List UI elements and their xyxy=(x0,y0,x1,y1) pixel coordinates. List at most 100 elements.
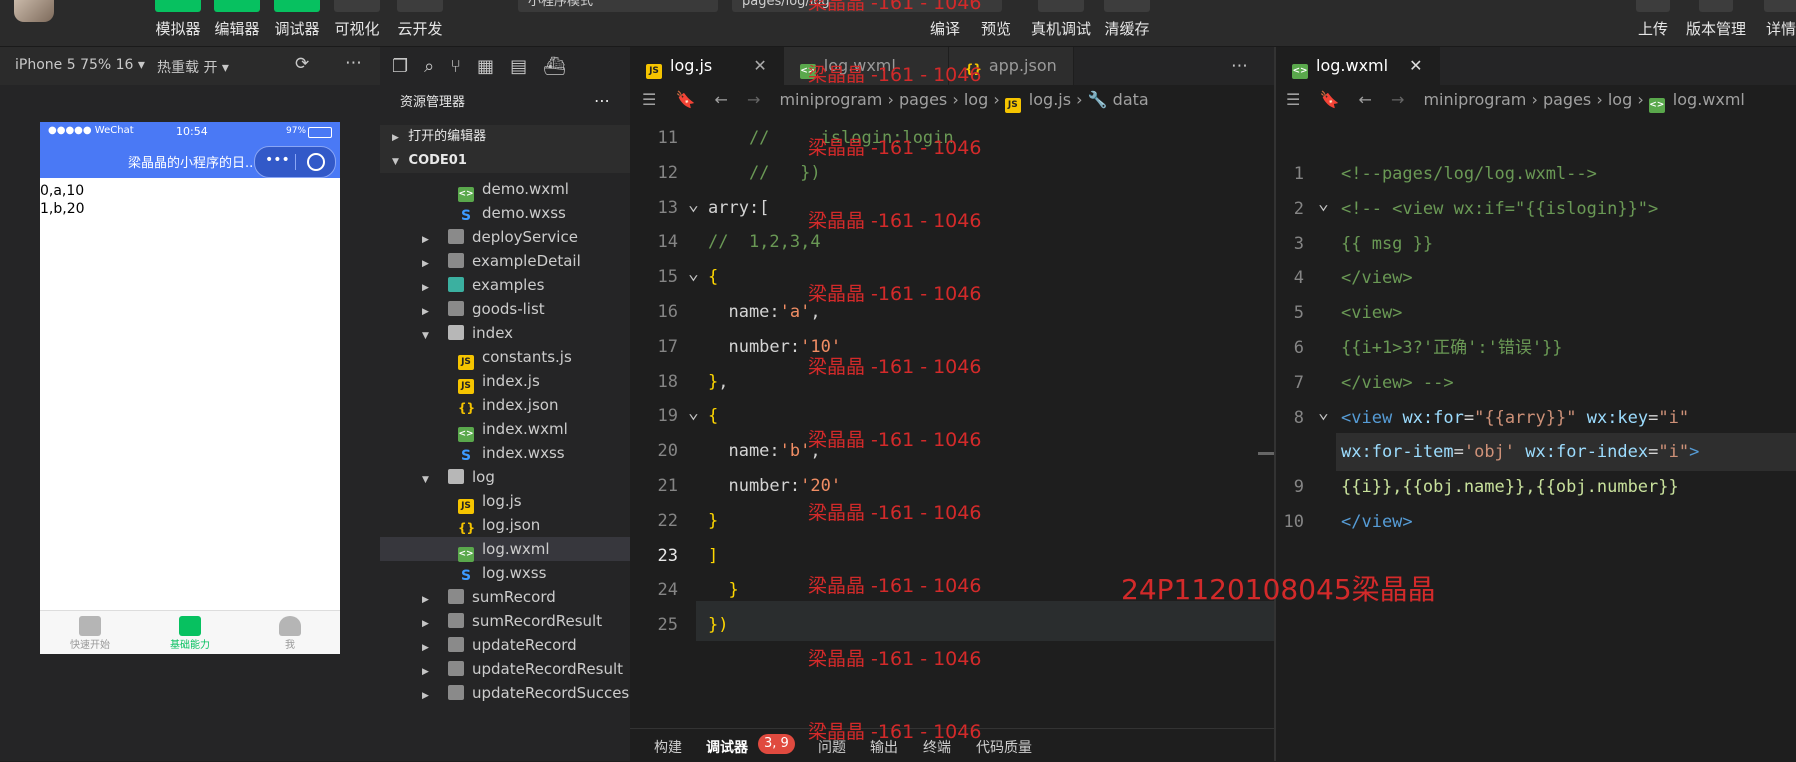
tree-item[interactable]: ▶ deployService xyxy=(380,225,630,249)
tab-problems[interactable]: 问题 xyxy=(818,737,846,757)
breadcrumb-item[interactable]: log xyxy=(964,90,988,109)
clear-cache-button[interactable]: 清缓存 xyxy=(1104,0,1150,39)
simulator-toggle-button[interactable]: 模拟器 xyxy=(155,0,201,39)
more-icon[interactable]: ⋯ xyxy=(594,89,610,113)
search-icon[interactable]: ⌕ xyxy=(424,56,434,77)
code-line[interactable]: <view wx:for="{{arry}}" wx:key="i" xyxy=(1341,401,1689,435)
tree-item[interactable]: ▶ updateRecordResult xyxy=(380,657,630,681)
close-icon[interactable]: ✕ xyxy=(1409,56,1422,75)
breadcrumb-item[interactable]: pages xyxy=(1543,90,1591,109)
tree-item[interactable]: ▶ updateRecordSuccess xyxy=(380,681,637,705)
back-icon[interactable]: ← xyxy=(1358,90,1371,109)
code-line[interactable]: { xyxy=(708,399,718,433)
breadcrumb-item[interactable]: log xyxy=(1608,90,1632,109)
breadcrumb-item[interactable]: data xyxy=(1113,90,1149,109)
tree-item[interactable]: ▼ log xyxy=(380,465,630,489)
code-line[interactable]: arry:[ xyxy=(708,191,769,225)
list-icon[interactable]: ☰ xyxy=(642,90,656,109)
tree-item[interactable]: Sindex.wxss xyxy=(380,441,630,465)
tab-quick-start[interactable]: 快速开始 xyxy=(40,611,140,654)
code-line[interactable]: // }) xyxy=(708,156,821,190)
tab-debugger[interactable]: 调试器 xyxy=(706,737,748,757)
tree-item[interactable]: Slog.wxss xyxy=(380,561,630,585)
minimap-scroll-marker[interactable] xyxy=(1258,452,1274,455)
device-select[interactable]: iPhone 5 75% 16 ▾ xyxy=(15,57,145,73)
code-editor-wxml[interactable]: 1 <!--pages/log/log.wxml--> 2 ⌄ <!-- <view w… xyxy=(1276,159,1796,761)
code-line[interactable]: <!--pages/log/log.wxml--> xyxy=(1341,157,1597,191)
bookmark-icon[interactable]: 🔖 xyxy=(1319,90,1339,109)
back-icon[interactable]: ← xyxy=(714,90,727,109)
bookmark-icon[interactable]: 🔖 xyxy=(675,90,695,109)
user-avatar[interactable] xyxy=(14,0,54,22)
hot-reload-toggle[interactable]: 热重载 开 ▾ xyxy=(157,57,229,77)
tree-item[interactable]: ▶ updateRecord xyxy=(380,633,630,657)
tree-item[interactable]: ▶ exampleDetail xyxy=(380,249,630,273)
compile-button[interactable]: 编译 xyxy=(930,0,960,39)
code-line[interactable]: <view> xyxy=(1341,296,1402,330)
tree-item[interactable]: {} index.json xyxy=(380,393,630,417)
tab-code-quality[interactable]: 代码质量 xyxy=(976,737,1032,757)
tree-item[interactable]: <> index.wxml xyxy=(380,417,630,442)
forward-icon[interactable]: → xyxy=(1391,90,1404,109)
breadcrumb-item[interactable]: log.wxml xyxy=(1673,90,1745,109)
tree-item[interactable]: {} log.json xyxy=(380,513,630,537)
code-line[interactable]: name:'a', xyxy=(708,295,820,329)
tree-item[interactable]: Sdemo.wxss xyxy=(380,201,630,225)
code-line[interactable]: } xyxy=(708,504,718,538)
tree-item[interactable]: ▶ examples xyxy=(380,273,630,297)
device-debug-button[interactable]: 真机调试 xyxy=(1031,0,1091,39)
tree-item[interactable]: JS index.js xyxy=(380,369,630,394)
breadcrumb-item[interactable]: miniprogram xyxy=(1423,90,1526,109)
tree-item[interactable]: JS log.js xyxy=(380,489,630,514)
tree-item[interactable]: ▶ goods-list xyxy=(380,297,630,321)
breadcrumb-item[interactable]: miniprogram xyxy=(779,90,882,109)
code-line[interactable]: </view> xyxy=(1341,261,1413,295)
tab-output[interactable]: 输出 xyxy=(870,737,898,757)
tree-item[interactable]: ▼ index xyxy=(380,321,630,345)
code-line[interactable]: number:'20' xyxy=(708,469,841,503)
code-line[interactable]: <!-- <view wx:if="{{islogin}}"> xyxy=(1341,192,1658,226)
tree-item[interactable]: <> log.wxml xyxy=(380,537,630,562)
code-line[interactable]: {{ msg }} xyxy=(1341,227,1433,261)
code-line[interactable]: number:'10' xyxy=(708,330,841,364)
details-button[interactable]: 详情 xyxy=(1764,0,1796,39)
code-line[interactable]: {{i}},{{obj.name}},{{obj.number}} xyxy=(1341,470,1679,504)
cloud-dev-button[interactable]: 云开发 xyxy=(397,0,443,39)
tree-item[interactable]: <> demo.wxml xyxy=(380,177,630,202)
close-icon[interactable]: ✕ xyxy=(753,56,766,75)
tree-item[interactable]: JS constants.js xyxy=(380,345,630,370)
breadcrumb-item[interactable]: log.js xyxy=(1029,90,1071,109)
code-line[interactable]: // 1,2,3,4 xyxy=(708,225,821,259)
tab-log-wxml[interactable]: <> log.wxml xyxy=(783,47,949,85)
storage-icon[interactable]: ▤ xyxy=(510,56,527,77)
tree-item[interactable]: ▶ sumRecord xyxy=(380,585,630,609)
code-line[interactable]: } xyxy=(708,573,738,607)
code-line[interactable]: {{i+1>3?'正确':'错误'}} xyxy=(1341,331,1563,365)
extensions-icon[interactable]: ▦ xyxy=(477,56,494,77)
tab-log-wxml[interactable]: <> log.wxml ✕ xyxy=(1276,47,1440,85)
fold-chevron-icon[interactable]: ⌄ xyxy=(688,265,699,283)
tab-build[interactable]: 构建 xyxy=(654,737,682,757)
tab-log-js[interactable]: JS log.js ✕ xyxy=(630,47,784,85)
docker-icon[interactable]: ⛴ xyxy=(543,56,566,77)
open-editors-section[interactable]: ▶ 打开的编辑器 xyxy=(380,125,642,149)
debugger-toggle-button[interactable]: 调试器 xyxy=(274,0,320,39)
editor-toggle-button[interactable]: 编辑器 xyxy=(214,0,260,39)
more-icon[interactable]: ⋯ xyxy=(1073,47,1274,85)
fold-chevron-icon[interactable]: ⌄ xyxy=(688,404,699,422)
version-manage-button[interactable]: 版本管理 xyxy=(1686,0,1746,39)
menu-dots-icon[interactable]: ••• xyxy=(265,152,290,168)
fold-chevron-icon[interactable]: ⌄ xyxy=(1318,194,1329,212)
visual-toggle-button[interactable]: 可视化 xyxy=(334,0,380,39)
source-control-icon[interactable]: ⑂ xyxy=(450,56,461,77)
code-line[interactable]: </view> xyxy=(1341,505,1413,539)
code-line[interactable]: }) xyxy=(708,608,728,642)
code-line[interactable]: // islogin:login xyxy=(708,121,954,155)
forward-icon[interactable]: → xyxy=(747,90,760,109)
tab-terminal[interactable]: 终端 xyxy=(923,737,951,757)
code-editor-js[interactable]: 11 // islogin:login 12 // }) 13 ⌄ arry:[14 //… xyxy=(630,121,1274,761)
fold-chevron-icon[interactable]: ⌄ xyxy=(1318,403,1329,421)
capsule-menu[interactable]: ••• xyxy=(254,146,336,178)
files-icon[interactable]: ❐ xyxy=(392,56,408,77)
code-line[interactable]: wx:for-item='obj' wx:for-index="i"> xyxy=(1341,435,1699,469)
